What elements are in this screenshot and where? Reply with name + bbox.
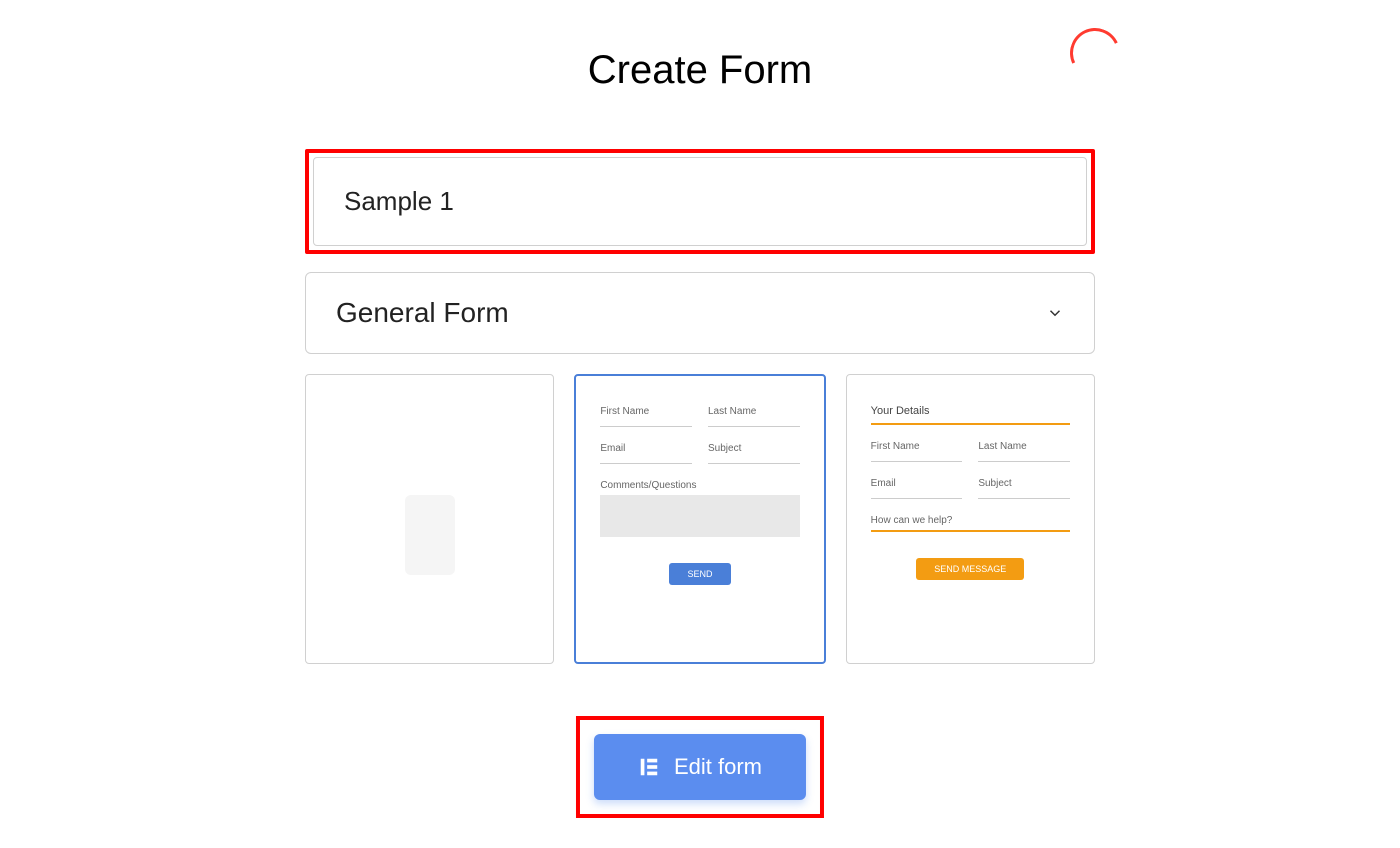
preview-underline (600, 419, 692, 427)
preview-send-message-button: SEND MESSAGE (916, 558, 1024, 580)
preview-label: First Name (871, 441, 963, 452)
form-name-highlight: Sample 1 (305, 149, 1095, 254)
edit-button-label: Edit form (674, 754, 762, 780)
preview-underline (978, 454, 1070, 462)
preview-underline (708, 456, 800, 464)
preview-textarea (600, 495, 799, 537)
template-card-details[interactable]: Your Details First Name Last Name Em (846, 374, 1095, 664)
preview-label: How can we help? (871, 515, 1070, 526)
blank-placeholder-icon (405, 495, 455, 575)
preview-send-button: SEND (669, 563, 730, 585)
preview-header: Your Details (871, 405, 1070, 417)
form-name-input[interactable]: Sample 1 (313, 157, 1087, 246)
preview-underline (600, 456, 692, 464)
elementor-icon (638, 756, 660, 778)
template-card-blank[interactable] (305, 374, 554, 664)
preview-underline (871, 491, 963, 499)
preview-label: Subject (708, 443, 800, 454)
preview-underline (871, 421, 1070, 425)
preview-underline (978, 491, 1070, 499)
preview-label: Last Name (978, 441, 1070, 452)
templates-row: First Name Last Name Email Subject (305, 374, 1095, 664)
preview-label: Last Name (708, 406, 800, 417)
preview-label: Email (600, 443, 692, 454)
form-type-select[interactable]: General Form (305, 272, 1095, 354)
chevron-down-icon (1046, 304, 1064, 322)
preview-label: First Name (600, 406, 692, 417)
preview-label: Email (871, 478, 963, 489)
edit-form-button[interactable]: Edit form (594, 734, 806, 800)
preview-underline (871, 528, 1070, 532)
page-title: Create Form (0, 48, 1400, 93)
preview-label: Comments/Questions (600, 480, 799, 491)
preview-label: Subject (978, 478, 1070, 489)
preview-underline (871, 454, 963, 462)
preview-underline (708, 419, 800, 427)
template-card-contact[interactable]: First Name Last Name Email Subject (574, 374, 825, 664)
form-type-label: General Form (336, 297, 509, 329)
edit-button-highlight: Edit form (576, 716, 824, 818)
